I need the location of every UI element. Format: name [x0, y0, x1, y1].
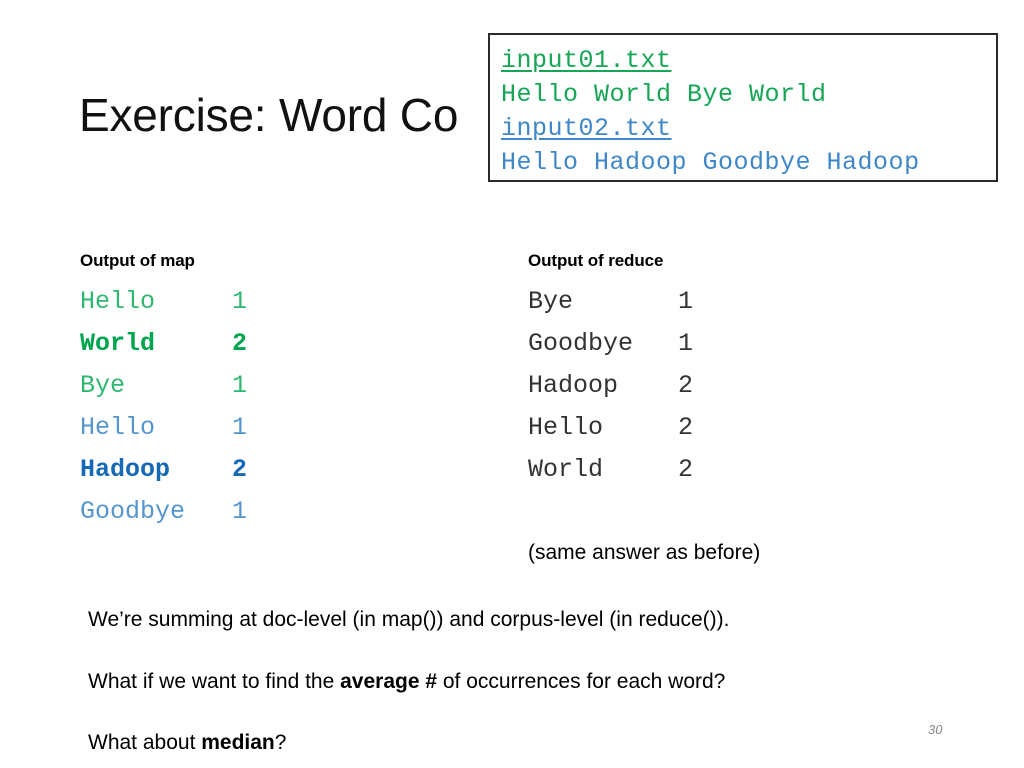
prose-median-post: ?	[274, 731, 287, 754]
count-value: 2	[678, 455, 694, 484]
input-files-box: input01.txt Hello World Bye World input02.…	[488, 33, 998, 182]
word-label: Hello	[80, 287, 156, 316]
word-label: Hadoop	[80, 455, 171, 484]
prose-line-summing: We’re summing at doc-level (in map()) an…	[88, 608, 730, 631]
count-value: 2	[678, 371, 694, 400]
word-label: Goodbye	[528, 329, 634, 358]
word-label: World	[528, 455, 604, 484]
prose-line-average: What if we want to find the average # of…	[88, 668, 725, 696]
page-title: Exercise: Word Co	[79, 89, 459, 141]
word-label: Bye	[80, 371, 126, 400]
prose-average-pre: What if we want to find the	[88, 670, 341, 693]
prose-line-median: What about median?	[88, 729, 286, 757]
count-value: 1	[678, 287, 694, 316]
word-label: Hadoop	[528, 371, 619, 400]
count-value: 2	[678, 413, 694, 442]
word-label: Hello	[528, 413, 604, 442]
prose-average-bold: average #	[340, 670, 438, 693]
prose-median-bold: median	[201, 731, 275, 754]
count-value: 2	[232, 455, 248, 484]
map-output-header: Output of map	[80, 251, 195, 270]
input-file-name: input01.txt	[501, 46, 672, 75]
count-value: 1	[232, 413, 248, 442]
count-value: 1	[678, 329, 694, 358]
prose-median-pre: What about	[88, 731, 202, 754]
page-number: 30	[928, 722, 943, 737]
count-value: 1	[232, 287, 248, 316]
count-value: 2	[232, 329, 248, 358]
word-label: World	[80, 329, 156, 358]
count-value: 1	[232, 371, 248, 400]
input-file-content: Hello Hadoop Goodbye Hadoop	[501, 148, 920, 177]
input-file-content: Hello World Bye World	[501, 80, 827, 109]
count-value: 1	[232, 497, 248, 526]
same-answer-note: (same answer as before)	[528, 541, 761, 564]
input-file-name: input02.txt	[501, 114, 672, 143]
reduce-output-header: Output of reduce	[528, 251, 664, 270]
word-label: Bye	[528, 287, 574, 316]
word-label: Goodbye	[80, 497, 186, 526]
word-label: Hello	[80, 413, 156, 442]
prose-average-post: of occurrences for each word?	[437, 670, 726, 693]
